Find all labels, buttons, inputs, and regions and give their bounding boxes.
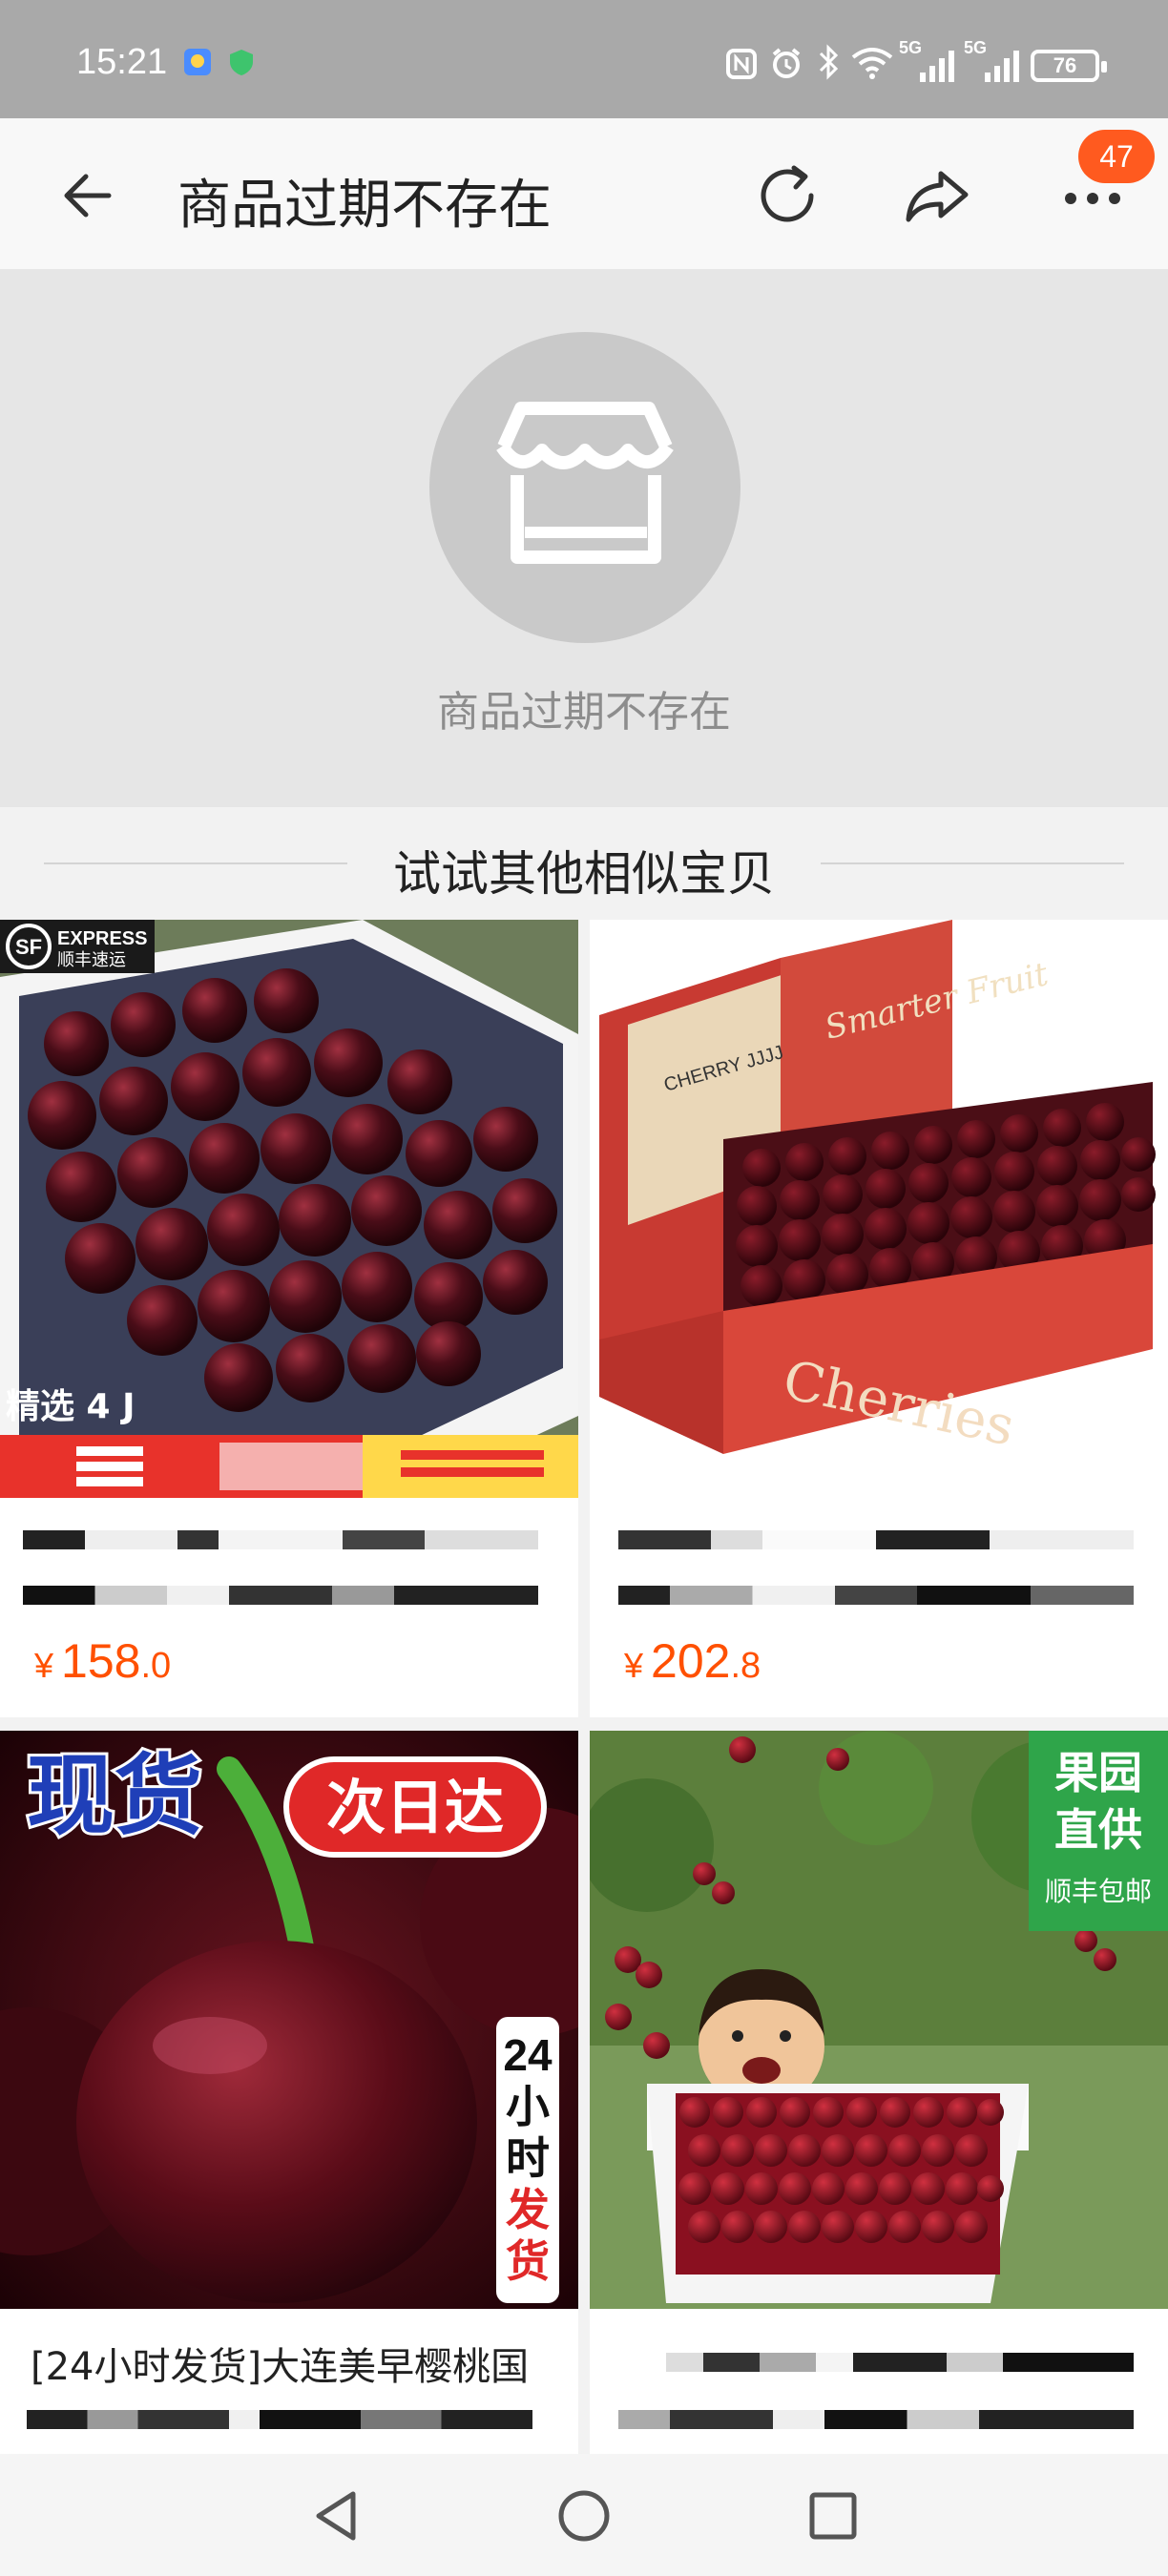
tag-free-shipping: 顺丰包邮 [1045, 1876, 1152, 1907]
system-nav-bar [0, 2454, 1168, 2576]
status-bar: 15:21 5G 5G 76 [0, 0, 1168, 118]
product-card-1[interactable]: SF EXPRESS 顺丰速运 精选 4 J ¥158.0 [0, 920, 578, 1717]
back-triangle-icon[interactable] [302, 2483, 368, 2549]
product-image-4[interactable]: 果园 直供 顺丰包邮 [590, 1731, 1168, 2309]
share-icon[interactable] [895, 153, 981, 239]
tag-in-stock: 现货 [27, 1745, 202, 1847]
home-circle-icon[interactable] [551, 2483, 617, 2549]
tag-orchard-2: 直供 [1054, 1804, 1142, 1856]
top-bar: 商品过期不存在 47 [0, 118, 1168, 269]
tag-next-day: 次日达 [326, 1773, 504, 1842]
product-image-3[interactable]: 现货 次日达 24 小 时 发 货 [0, 1731, 578, 2309]
cherry-box-photo-1: SF EXPRESS 顺丰速运 精选 4 J [0, 920, 578, 1498]
refresh-icon[interactable] [744, 153, 830, 239]
expired-notice: 商品过期不存在 [0, 269, 1168, 807]
weather-icon [184, 49, 211, 75]
product-card-4[interactable]: 果园 直供 顺丰包邮 [590, 1731, 1168, 2454]
bluetooth-icon [819, 44, 839, 80]
tag-vertical-5: 货 [506, 2235, 550, 2287]
alarm-icon [772, 48, 801, 78]
blurred-title-line-2 [27, 2410, 532, 2429]
blurred-title-line-2 [618, 2410, 1134, 2429]
tag-vertical-3: 时 [506, 2132, 550, 2184]
signal-icon-1 [920, 51, 954, 82]
big-cherry-photo: 现货 次日达 24 小 时 发 货 [0, 1731, 578, 2309]
tag-vertical-24: 24 [503, 2030, 553, 2080]
blurred-title-line-2 [23, 1586, 538, 1605]
blurred-title-line-1 [666, 2353, 1134, 2372]
svg-text:SF: SF [15, 935, 42, 959]
tag-orchard-1: 果园 [1054, 1747, 1142, 1798]
tag-vertical-2: 小 [506, 2081, 550, 2132]
orchard-child-photo: 果园 直供 顺丰包邮 [590, 1731, 1168, 2309]
message-count-badge: 47 [1078, 130, 1155, 183]
similar-label: 试试其他相似宝贝 [393, 846, 775, 902]
tag-vertical-4: 发 [506, 2184, 550, 2235]
battery-indicator: 76 [1031, 50, 1107, 82]
app-screen: 15:21 5G 5G 76 商品过期不存在 47 商品过期不存在 试试其他相似… [0, 0, 1168, 2576]
similar-section-header: 试试其他相似宝贝 [0, 807, 1168, 920]
store-icon [496, 402, 674, 564]
divider-right [821, 862, 1124, 864]
product-image-1[interactable]: SF EXPRESS 顺丰速运 精选 4 J [0, 920, 578, 1498]
back-arrow-icon[interactable] [46, 153, 132, 239]
expired-message: 商品过期不存在 [437, 688, 731, 737]
product-price-1: ¥158.0 [34, 1634, 172, 1688]
express-badge-text: EXPRESS [57, 928, 147, 949]
grade-caption: 精选 4 J [6, 1387, 136, 1426]
shield-icon [230, 50, 253, 75]
store-icon-circle [429, 332, 740, 643]
product-card-2[interactable]: Smarter Fruit CHERRY JJJJ Cherries ¥202.… [590, 920, 1168, 1717]
wifi-icon [851, 48, 893, 79]
blurred-title-line-1 [23, 1530, 538, 1549]
recent-square-icon[interactable] [800, 2483, 866, 2549]
page-title: 商品过期不存在 [177, 175, 552, 237]
product-title-3: [24小时发货]大连美早樱桃国 [31, 2345, 530, 2389]
product-price-2: ¥202.8 [624, 1634, 761, 1688]
signal-icon-2 [985, 51, 1019, 82]
nfc-icon [726, 49, 757, 79]
blurred-title-line-2 [618, 1586, 1134, 1605]
product-card-3[interactable]: 现货 次日达 24 小 时 发 货 [24小时发货]大连美早樱桃国 [0, 1731, 578, 2454]
blurred-title-line-1 [618, 1530, 1134, 1549]
status-time: 15:21 [76, 42, 168, 82]
express-badge-sub: 顺丰速运 [57, 950, 126, 970]
product-image-2[interactable]: Smarter Fruit CHERRY JJJJ Cherries [590, 920, 1168, 1498]
cherry-gift-box-photo: Smarter Fruit CHERRY JJJJ Cherries [590, 920, 1168, 1498]
